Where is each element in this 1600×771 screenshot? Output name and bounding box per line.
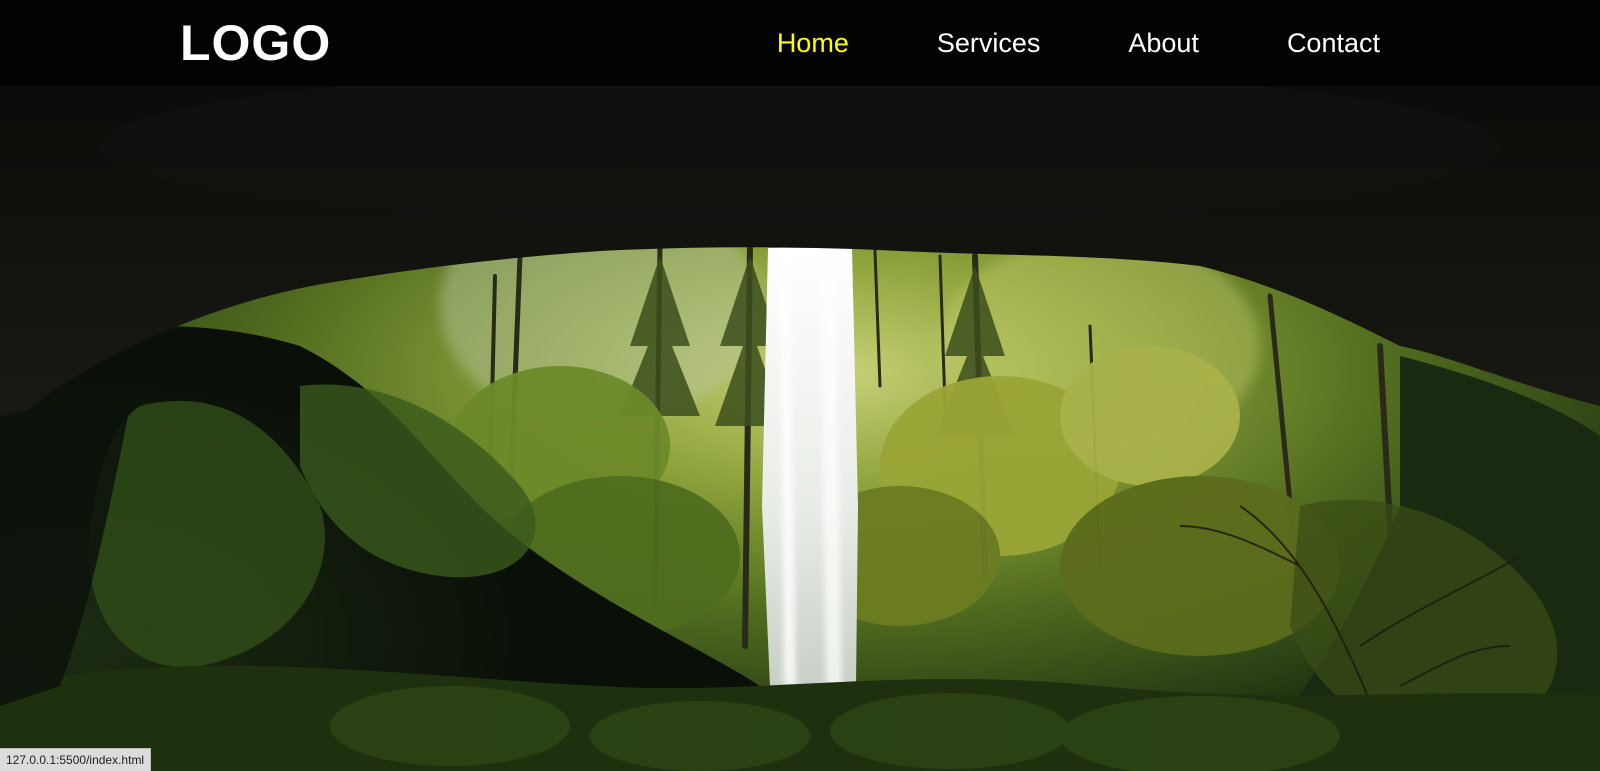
nav-link-services[interactable]: Services [937,28,1041,59]
browser-status-url: 127.0.0.1:5500/index.html [0,748,152,771]
main-nav: Home Services About Contact [777,0,1380,86]
nav-link-contact[interactable]: Contact [1287,28,1380,59]
nav-link-home[interactable]: Home [777,28,849,59]
nav-link-about[interactable]: About [1128,28,1199,59]
hero-background-image [0,86,1600,771]
page: LOGO Home Services About Contact 127.0.0… [0,0,1600,771]
site-header: LOGO Home Services About Contact [0,0,1600,86]
logo[interactable]: LOGO [180,12,331,74]
